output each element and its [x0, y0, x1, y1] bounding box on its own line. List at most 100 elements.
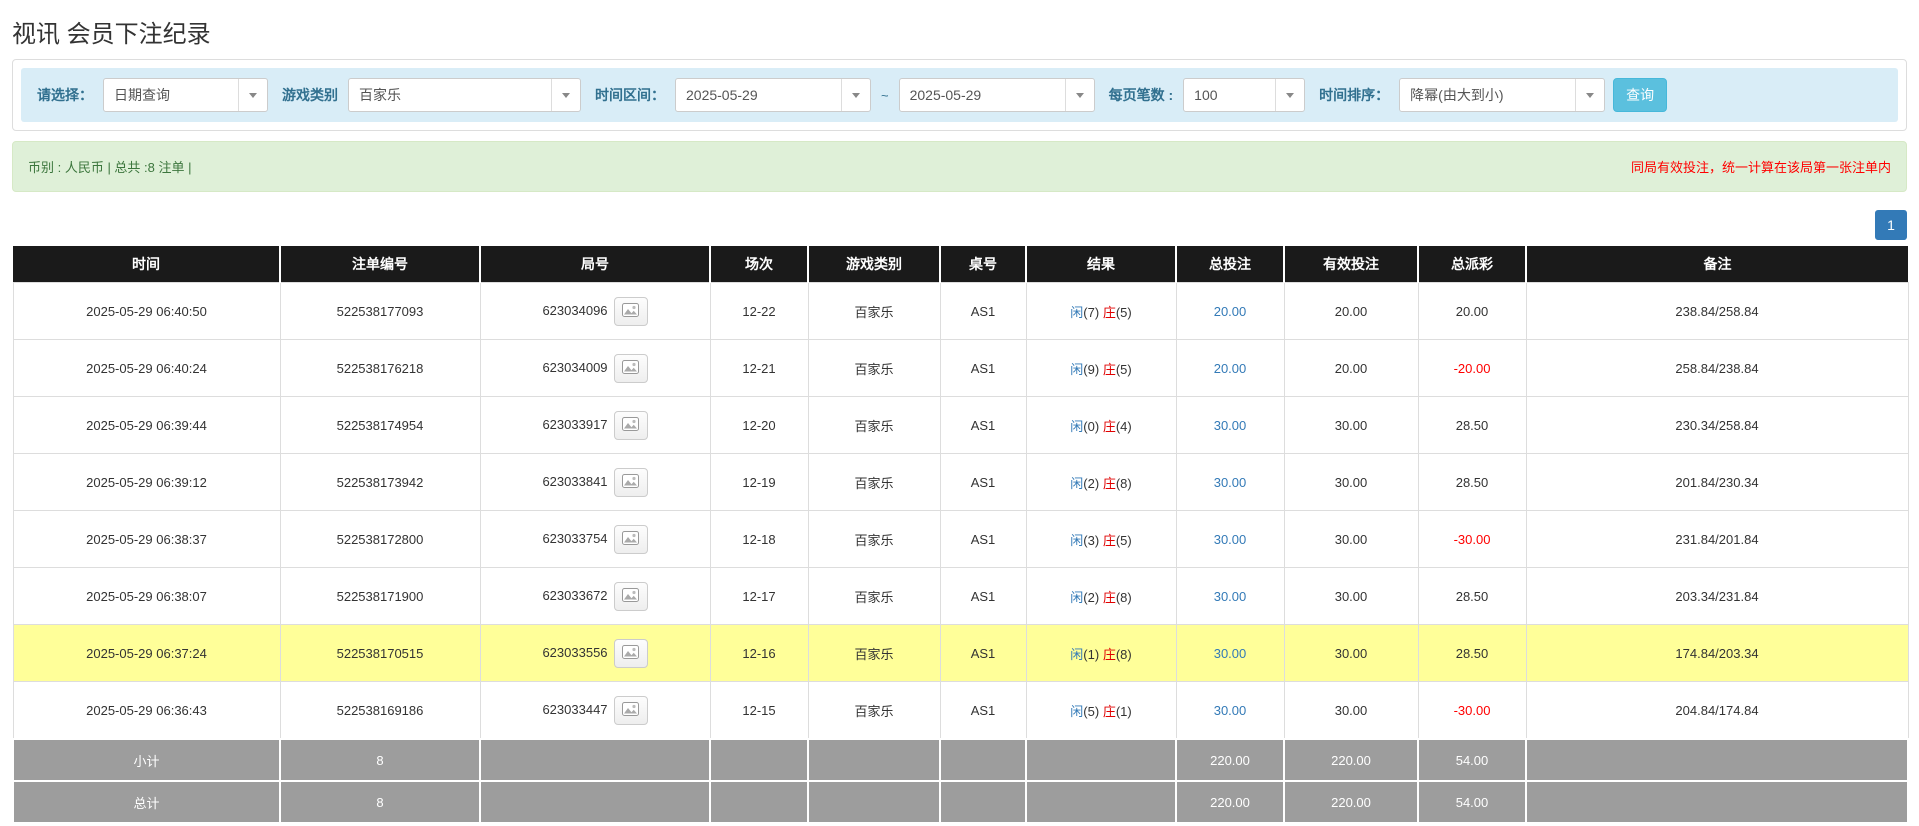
result-player: 闲	[1070, 590, 1083, 605]
summary-notice: 同局有效投注，统一计算在该局第一张注单内	[1631, 157, 1891, 176]
summary-row: 总计8220.00220.0054.00	[13, 781, 1908, 823]
cell-result: 闲(1) 庄(8)	[1026, 625, 1176, 682]
cell-time: 2025-05-29 06:37:24	[13, 625, 280, 682]
summary-label: 总计	[13, 781, 280, 823]
date-to-select[interactable]: 2025-05-29	[899, 78, 1095, 112]
summary-total-bet: 220.00	[1176, 781, 1284, 823]
cell-valid-bet: 30.00	[1284, 568, 1418, 625]
sort-order-select[interactable]: 降幂(由大到小)	[1399, 78, 1605, 112]
video-replay-button[interactable]	[614, 639, 648, 668]
header-result: 结果	[1026, 246, 1176, 283]
summary-count: 8	[280, 781, 480, 823]
header-note: 备注	[1526, 246, 1908, 283]
cell-session: 12-22	[710, 283, 808, 340]
header-bet-no: 注单编号	[280, 246, 480, 283]
summary-currency-total: 币别 : 人民币 | 总共 :8 注单 |	[28, 157, 192, 176]
result-banker: 庄	[1103, 419, 1116, 434]
header-session: 场次	[710, 246, 808, 283]
total-bet-link[interactable]: 30.00	[1214, 589, 1247, 604]
result-player: 闲	[1070, 362, 1083, 377]
cell-game-type: 百家乐	[808, 682, 940, 740]
photo-icon	[622, 531, 639, 548]
chevron-down-icon	[841, 79, 870, 111]
summary-valid-bet: 220.00	[1284, 781, 1418, 823]
cell-bet-no: 522538170515	[280, 625, 480, 682]
search-button[interactable]: 查询	[1613, 78, 1667, 112]
video-replay-button[interactable]	[614, 525, 648, 554]
game-type-select[interactable]: 百家乐	[348, 78, 581, 112]
date-from-select[interactable]: 2025-05-29	[675, 78, 871, 112]
total-bet-link[interactable]: 30.00	[1214, 646, 1247, 661]
total-bet-link[interactable]: 20.00	[1214, 361, 1247, 376]
result-player-score: (2)	[1083, 476, 1099, 491]
result-banker: 庄	[1103, 305, 1116, 320]
cell-game-type: 百家乐	[808, 625, 940, 682]
cell-table-no: AS1	[940, 568, 1026, 625]
video-replay-button[interactable]	[614, 696, 648, 725]
page-1-button[interactable]: 1	[1875, 210, 1907, 240]
time-range-label: 时间区间：	[595, 85, 665, 105]
cell-valid-bet: 20.00	[1284, 283, 1418, 340]
query-type-select[interactable]: 日期查询	[103, 78, 268, 112]
header-valid-bet: 有效投注	[1284, 246, 1418, 283]
total-bet-link[interactable]: 30.00	[1214, 418, 1247, 433]
result-player: 闲	[1070, 305, 1083, 320]
cell-round-no: 623034009	[480, 340, 710, 397]
cell-game-type: 百家乐	[808, 283, 940, 340]
cell-table-no: AS1	[940, 682, 1026, 740]
total-bet-link[interactable]: 30.00	[1214, 532, 1247, 547]
cell-total-bet: 30.00	[1176, 397, 1284, 454]
date-from-value: 2025-05-29	[676, 87, 768, 103]
total-bet-link[interactable]: 30.00	[1214, 475, 1247, 490]
sort-order-label: 时间排序：	[1319, 85, 1389, 105]
chevron-down-icon	[238, 79, 267, 111]
total-bet-link[interactable]: 20.00	[1214, 304, 1247, 319]
summary-total-bet: 220.00	[1176, 739, 1284, 781]
video-replay-button[interactable]	[614, 582, 648, 611]
cell-total-bet: 20.00	[1176, 283, 1284, 340]
cell-game-type: 百家乐	[808, 568, 940, 625]
table-row: 2025-05-29 06:38:37522538172800623033754…	[13, 511, 1908, 568]
page-title: 视讯 会员下注纪录	[12, 14, 1907, 49]
table-header-row: 时间 注单编号 局号 场次 游戏类别 桌号 结果 总投注 有效投注 总派彩 备注	[13, 246, 1908, 283]
cell-payout: 28.50	[1418, 625, 1526, 682]
result-player-score: (5)	[1083, 704, 1099, 719]
sort-order-value: 降幂(由大到小)	[1400, 85, 1513, 105]
cell-total-bet: 30.00	[1176, 511, 1284, 568]
result-player-score: (7)	[1083, 305, 1099, 320]
video-replay-button[interactable]	[614, 297, 648, 326]
photo-icon	[622, 417, 639, 434]
cell-session: 12-19	[710, 454, 808, 511]
video-replay-button[interactable]	[614, 411, 648, 440]
round-no-text: 623033917	[542, 416, 607, 431]
result-banker: 庄	[1103, 704, 1116, 719]
result-player: 闲	[1070, 419, 1083, 434]
photo-icon	[622, 360, 639, 377]
cell-bet-no: 522538176218	[280, 340, 480, 397]
round-no-text: 623034009	[542, 359, 607, 374]
video-replay-button[interactable]	[614, 468, 648, 497]
round-no-text: 623033556	[542, 644, 607, 659]
cell-note: 203.34/231.84	[1526, 568, 1908, 625]
table-footer: 小计8220.00220.0054.00总计8220.00220.0054.00	[13, 739, 1908, 823]
table-row: 2025-05-29 06:40:24522538176218623034009…	[13, 340, 1908, 397]
cell-session: 12-20	[710, 397, 808, 454]
photo-icon	[622, 588, 639, 605]
cell-table-no: AS1	[940, 511, 1026, 568]
cell-result: 闲(2) 庄(8)	[1026, 568, 1176, 625]
total-bet-link[interactable]: 30.00	[1214, 703, 1247, 718]
header-table-no: 桌号	[940, 246, 1026, 283]
game-type-value: 百家乐	[349, 85, 411, 105]
cell-bet-no: 522538173942	[280, 454, 480, 511]
video-replay-button[interactable]	[614, 354, 648, 383]
cell-payout: -30.00	[1418, 511, 1526, 568]
cell-round-no: 623033841	[480, 454, 710, 511]
cell-total-bet: 30.00	[1176, 454, 1284, 511]
cell-game-type: 百家乐	[808, 511, 940, 568]
page-size-select[interactable]: 100	[1183, 78, 1305, 112]
page-size-label: 每页笔数 :	[1109, 85, 1174, 105]
table-row: 2025-05-29 06:39:44522538174954623033917…	[13, 397, 1908, 454]
result-banker-score: (5)	[1116, 533, 1132, 548]
table-body: 2025-05-29 06:40:50522538177093623034096…	[13, 283, 1908, 740]
photo-icon	[622, 303, 639, 320]
